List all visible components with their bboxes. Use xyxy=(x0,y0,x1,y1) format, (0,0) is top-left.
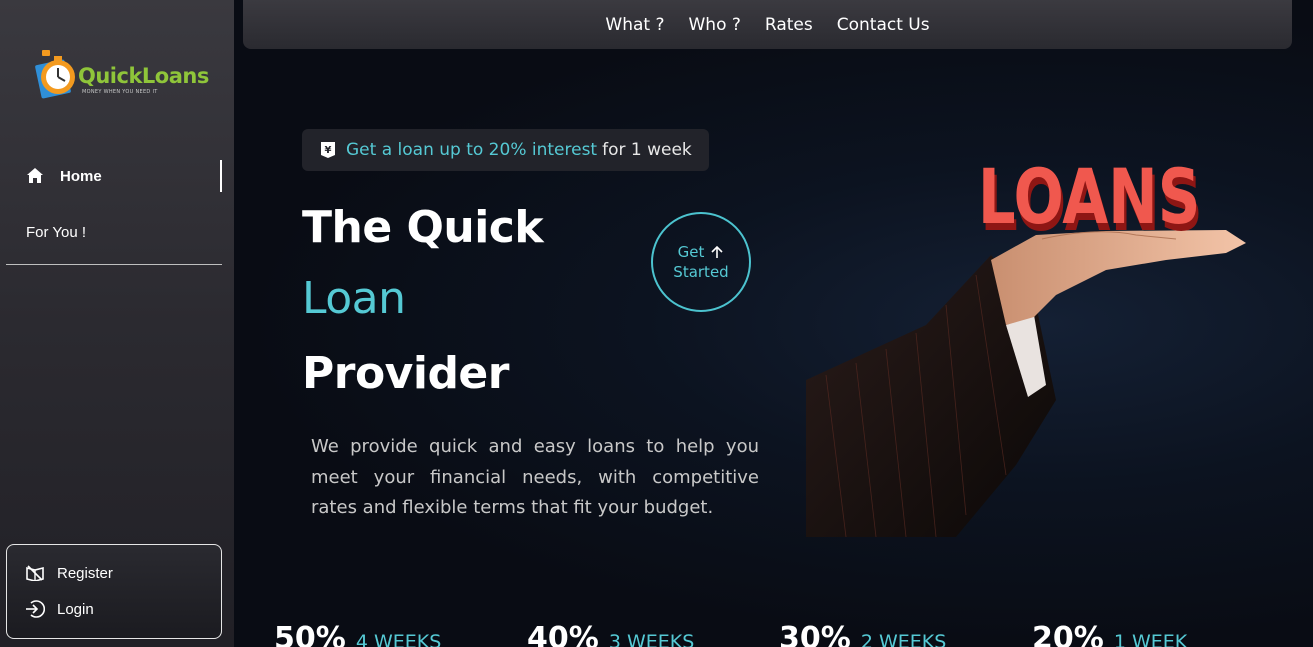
nav-link-what[interactable]: What ? xyxy=(605,15,664,35)
rate-duration: 4 WEEKS xyxy=(355,631,442,647)
sidebar-divider xyxy=(6,264,222,265)
login-label: Login xyxy=(57,600,94,618)
rate-percent: 20% xyxy=(1032,621,1104,647)
rate-duration: 2 WEEKS xyxy=(860,631,947,647)
cta-line2: Started xyxy=(673,263,729,281)
rate-item: 40% 3 WEEKS xyxy=(527,621,694,647)
nav-link-contact[interactable]: Contact Us xyxy=(837,15,930,35)
hero-title-line2: Loan xyxy=(302,273,406,324)
arrow-up-icon xyxy=(710,245,724,259)
cta-line1: Get xyxy=(677,243,705,261)
logo-word-part2: Loans xyxy=(141,64,209,88)
svg-text:¥: ¥ xyxy=(325,145,332,156)
hero-title-line1: The Quick xyxy=(302,202,544,253)
logo-word-part1: Quick xyxy=(78,64,142,88)
auth-panel: Register Login xyxy=(6,544,222,639)
rate-duration: 1 WEEK xyxy=(1113,631,1188,647)
rate-item: 30% 2 WEEKS xyxy=(779,621,946,647)
sidebar-item-for-you[interactable]: For You ! xyxy=(0,214,234,250)
register-icon xyxy=(25,563,45,583)
home-icon xyxy=(26,167,44,185)
sidebar: QuickLoans MONEY WHEN YOU NEED IT Home F… xyxy=(0,0,234,647)
register-button[interactable]: Register xyxy=(25,563,113,583)
rate-duration: 3 WEEKS xyxy=(608,631,695,647)
nav-link-rates[interactable]: Rates xyxy=(765,15,813,35)
rate-percent: 40% xyxy=(527,621,599,647)
register-label: Register xyxy=(57,564,113,582)
sidebar-item-for-you-label: For You ! xyxy=(26,223,87,241)
login-button[interactable]: Login xyxy=(25,599,94,619)
sidebar-item-home[interactable]: Home xyxy=(0,158,234,194)
rate-percent: 50% xyxy=(274,621,346,647)
rate-item: 20% 1 WEEK xyxy=(1032,621,1187,647)
logo-wordmark: QuickLoans xyxy=(78,66,209,87)
stopwatch-logo-icon xyxy=(35,50,75,99)
hand-holding-loans-image: LOANS LOANS xyxy=(806,154,1246,537)
hero-title-line3: Provider xyxy=(302,348,509,399)
yen-tag-icon: ¥ xyxy=(320,141,336,159)
promo-badge: ¥ Get a loan up to 20% interest for 1 we… xyxy=(302,129,709,171)
top-nav: What ? Who ? Rates Contact Us xyxy=(243,0,1292,49)
loans-image-text: LOANS xyxy=(978,154,1201,242)
logo[interactable]: QuickLoans MONEY WHEN YOU NEED IT xyxy=(34,44,209,100)
promo-accent-text: Get a loan up to 20% interest xyxy=(346,140,598,160)
hero-description: We provide quick and easy loans to help … xyxy=(311,436,759,518)
sidebar-nav: Home For You ! xyxy=(0,158,234,250)
nav-link-who[interactable]: Who ? xyxy=(688,15,740,35)
logo-tagline: MONEY WHEN YOU NEED IT xyxy=(82,89,158,95)
login-icon xyxy=(25,599,45,619)
rate-percent: 30% xyxy=(779,621,851,647)
sidebar-item-home-label: Home xyxy=(60,167,102,185)
rate-item: 50% 4 WEEKS xyxy=(274,621,441,647)
get-started-button[interactable]: Get Started xyxy=(651,212,751,312)
promo-rest-text: for 1 week xyxy=(602,140,692,160)
